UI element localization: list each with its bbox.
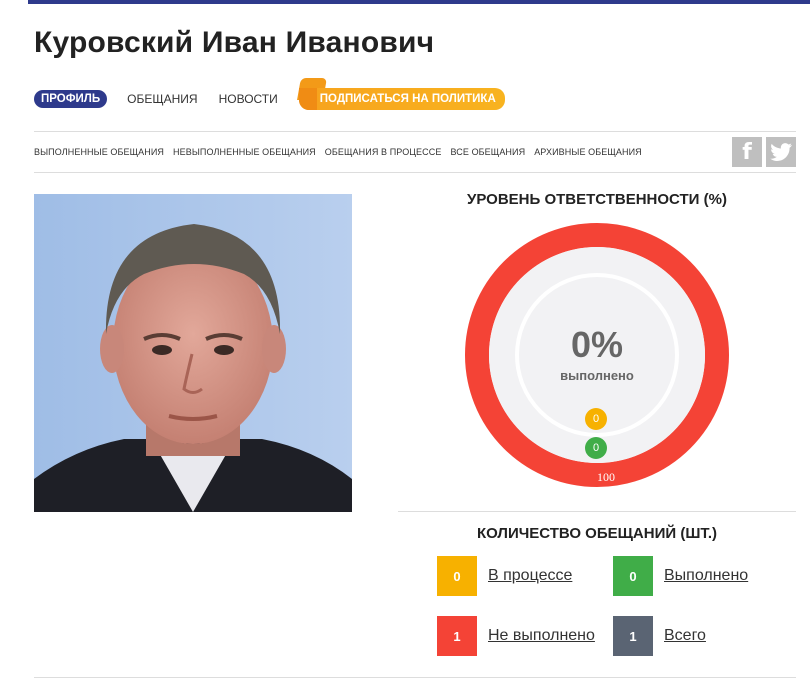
gauge-center: 0% выполнено [458,324,736,383]
stat-not-done-value: 1 [437,616,477,656]
page-title: Куровский Иван Иванович [34,26,435,59]
top-accent-bar [28,0,810,4]
divider [398,511,796,512]
twitter-icon[interactable] [766,137,796,167]
filter-done-promises[interactable]: ВЫПОЛНЕННЫЕ ОБЕЩАНИЯ [34,147,164,157]
filter-archived-promises[interactable]: АРХИВНЫЕ ОБЕЩАНИЯ [534,147,642,157]
stat-done-link[interactable]: Выполнено [664,567,748,585]
divider [34,172,796,173]
stat-total-link[interactable]: Всего [664,627,706,645]
stat-not-done[interactable]: 1 Не выполнено [437,616,595,656]
stat-done-value: 0 [613,556,653,596]
tab-promises[interactable]: ОБЕЩАНИЯ [127,92,197,106]
stat-total-value: 1 [613,616,653,656]
subscribe-label: ПОДПИСАТЬСЯ НА ПОЛИТИКА [319,93,496,105]
portrait-illustration [34,194,352,512]
responsibility-title: УРОВЕНЬ ОТВЕТСТВЕННОСТИ (%) [467,191,727,208]
stat-in-process-value: 0 [437,556,477,596]
tab-profile[interactable]: ПРОФИЛЬ [34,90,108,108]
promises-count-title: КОЛИЧЕСТВО ОБЕЩАНИЙ (ШТ.) [476,525,718,542]
filter-undone-promises[interactable]: НЕВЫПОЛНЕННЫЕ ОБЕЩАНИЯ [173,147,316,157]
politician-photo [34,194,352,512]
stat-done[interactable]: 0 Выполнено [613,556,748,596]
divider [34,131,796,132]
filter-all-promises[interactable]: ВСЕ ОБЕЩАНИЯ [450,147,525,157]
filter-in-process-promises[interactable]: ОБЕЩАНИЯ В ПРОЦЕССЕ [325,147,442,157]
stat-total[interactable]: 1 Всего [613,616,706,656]
promises-filter-nav: ВЫПОЛНЕННЫЕ ОБЕЩАНИЯ НЕВЫПОЛНЕННЫЕ ОБЕЩА… [34,147,651,157]
main-nav: ПРОФИЛЬ ОБЕЩАНИЯ НОВОСТИ ПОДПИСАТЬСЯ НА … [34,78,505,112]
divider [34,677,796,678]
twitter-bird-glyph [770,143,792,161]
done-marker: 0 [585,437,607,459]
stat-in-process-link[interactable]: В процессе [488,567,572,585]
facebook-icon[interactable]: f [732,137,762,167]
completion-percent: 0% [570,324,624,365]
completion-label: выполнено [560,368,634,383]
tab-news[interactable]: НОВОСТИ [219,92,278,106]
stat-not-done-link[interactable]: Не выполнено [488,627,595,645]
not-done-marker: 100 [597,470,615,484]
stat-in-process[interactable]: 0 В процессе [437,556,572,596]
subscribe-button[interactable]: ПОДПИСАТЬСЯ НА ПОЛИТИКА [296,78,505,112]
in-process-marker: 0 [585,408,607,430]
subscribe-button-body: ПОДПИСАТЬСЯ НА ПОЛИТИКА [298,88,505,110]
